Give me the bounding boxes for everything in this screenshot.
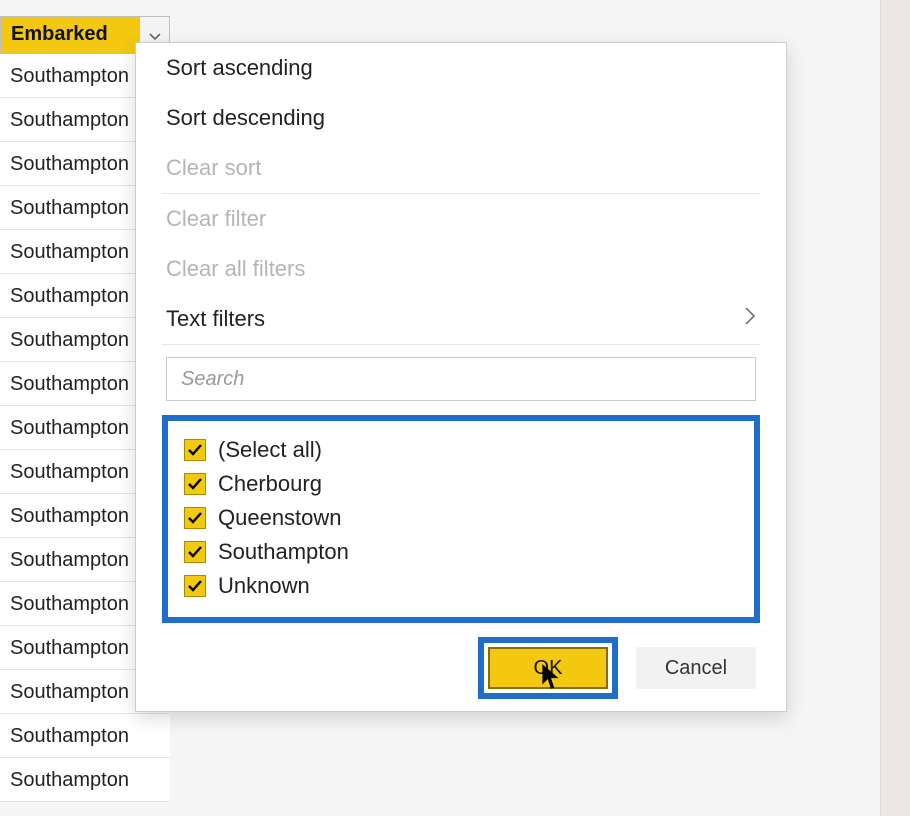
sort-ascending-item[interactable]: Sort ascending: [136, 43, 786, 93]
table-cell[interactable]: Southampton: [0, 714, 170, 758]
filter-value-label: Queenstown: [218, 505, 342, 531]
checkbox[interactable]: [184, 575, 206, 597]
menu-item-label: Clear sort: [166, 155, 261, 181]
filter-value-row[interactable]: Unknown: [178, 569, 744, 603]
checkbox[interactable]: [184, 541, 206, 563]
column-filter-dropdown: Sort ascending Sort descending Clear sor…: [135, 42, 787, 712]
checkbox[interactable]: [184, 507, 206, 529]
filter-value-row[interactable]: Southampton: [178, 535, 744, 569]
search-input[interactable]: [166, 357, 756, 401]
filter-value-row[interactable]: (Select all): [178, 433, 744, 467]
filter-value-label: Unknown: [218, 573, 310, 599]
checkbox[interactable]: [184, 439, 206, 461]
sort-filter-menu: Sort ascending Sort descending Clear sor…: [136, 43, 786, 349]
filter-value-label: (Select all): [218, 437, 322, 463]
filter-values-box: (Select all) Cherbourg Queenstown Southampt…: [162, 415, 760, 623]
sort-descending-item[interactable]: Sort descending: [136, 93, 786, 143]
clear-all-filters-item: Clear all filters: [136, 244, 786, 294]
column-header-label: Embarked: [1, 17, 139, 53]
menu-item-label: Text filters: [166, 306, 265, 332]
ok-button[interactable]: OK: [488, 647, 608, 689]
menu-item-label: Sort ascending: [166, 55, 313, 81]
filter-value-row[interactable]: Cherbourg: [178, 467, 744, 501]
menu-item-label: Sort descending: [166, 105, 325, 131]
clear-sort-item: Clear sort: [136, 143, 786, 193]
text-filters-item[interactable]: Text filters: [136, 294, 786, 344]
checkbox[interactable]: [184, 473, 206, 495]
filter-value-label: Southampton: [218, 539, 349, 565]
chevron-right-icon: [744, 306, 756, 332]
dialog-buttons: OK Cancel: [136, 633, 786, 699]
cancel-button[interactable]: Cancel: [636, 647, 756, 689]
menu-separator: [162, 344, 760, 345]
filter-value-label: Cherbourg: [218, 471, 322, 497]
table-cell[interactable]: Southampton: [0, 758, 170, 802]
filter-value-row[interactable]: Queenstown: [178, 501, 744, 535]
menu-item-label: Clear filter: [166, 206, 266, 232]
right-gutter: [880, 0, 910, 816]
menu-item-label: Clear all filters: [166, 256, 305, 282]
search-container: [136, 349, 786, 415]
ok-highlight: OK: [478, 637, 618, 699]
clear-filter-item: Clear filter: [136, 194, 786, 244]
